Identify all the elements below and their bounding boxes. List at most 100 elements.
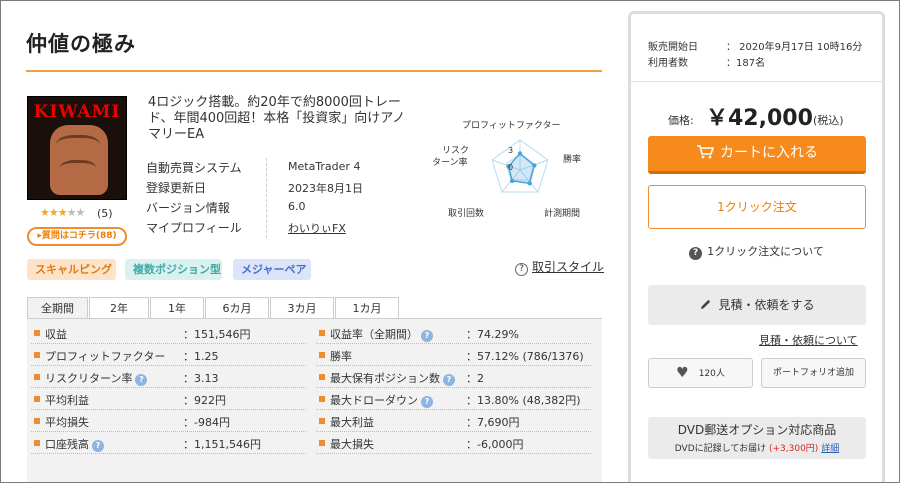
stat-value: ：57.12% (786/1376)	[466, 350, 584, 363]
stat-value: ：2	[466, 372, 484, 385]
bullet-icon	[34, 374, 40, 380]
help-icon[interactable]: ?	[421, 330, 433, 342]
radar-chart: プロフィットファクター リスク ターン率 勝率 取引回数 計測期間 3 0	[432, 120, 581, 219]
stat-max-drawdown: 最大ドローダウン? ：13.80% (48,382円)	[316, 389, 591, 410]
radar-scale-max: 3	[508, 146, 513, 155]
price-tax: (税込)	[813, 114, 844, 127]
spec-label: 登録更新日	[146, 181, 207, 195]
one-click-about-link[interactable]: ? 1クリック注文について	[631, 243, 882, 260]
radar-point	[509, 178, 515, 184]
bullet-icon	[319, 330, 325, 336]
stat-return-rate: 収益率（全期間）? ：74.29%	[316, 323, 591, 344]
stat-label: 平均損失	[45, 416, 89, 429]
help-icon[interactable]: ?	[421, 396, 433, 408]
cart-label: カートに入れる	[720, 145, 818, 161]
radar-scale-min: 0	[508, 163, 513, 172]
star-filled-icon: ★	[48, 206, 59, 219]
spec-value: 6.0	[288, 200, 306, 213]
tag-multi-position[interactable]: 複数ポジション型	[125, 259, 222, 280]
trade-style-link[interactable]: ? 取引スタイル	[515, 258, 604, 276]
product-thumbnail[interactable]: KIWAMI	[27, 96, 127, 200]
profile-link[interactable]: わいりぃFX	[288, 220, 346, 236]
purchase-sidebar: 販売開始日 ： 2020年9月17日 10時16分 利用者数 ：187名 価格:…	[628, 11, 885, 483]
stat-value: ：-984円	[183, 416, 230, 429]
bullet-icon	[319, 374, 325, 380]
stat-value: ：3.13	[183, 372, 219, 385]
estimate-about-link[interactable]: 見積・依頼について	[759, 332, 858, 348]
question-button[interactable]: ▸質問はコチラ(88)	[27, 227, 127, 246]
rating-stars: ★★★★★	[40, 206, 86, 219]
spec-label: 自動売買システム	[146, 161, 242, 175]
bullet-icon	[319, 418, 325, 424]
question-icon: ?	[689, 247, 703, 260]
tab-1-month[interactable]: 1カ月	[335, 297, 399, 319]
favorite-button[interactable]: ♥ 120人	[648, 358, 753, 388]
spec-value: 2023年8月1日	[288, 182, 363, 195]
release-date-label: 販売開始日	[648, 42, 698, 53]
add-to-cart-button[interactable]: カートに入れる	[648, 136, 866, 174]
dvd-detail-link[interactable]: 詳細	[821, 444, 839, 454]
tab-3-months[interactable]: 3カ月	[270, 297, 334, 319]
stat-max-positions: 最大保有ポジション数? ：2	[316, 367, 591, 388]
bullet-icon	[34, 396, 40, 402]
estimate-request-button[interactable]: 見積・依頼をする	[648, 285, 866, 325]
users-label: 利用者数	[648, 58, 688, 69]
spec-row-version: バージョン情報 6.0	[146, 198, 386, 218]
radar-label-profit-factor: プロフィットファクター	[462, 120, 560, 131]
tab-2-years[interactable]: 2年	[89, 297, 149, 319]
sidebar-divider	[631, 81, 882, 82]
dvd-price: (+3,300円)	[768, 444, 819, 454]
estimate-label: 見積・依頼をする	[718, 298, 815, 312]
heart-icon: ♥	[676, 365, 689, 381]
help-icon[interactable]: ?	[443, 374, 455, 386]
bullet-icon	[319, 396, 325, 402]
stat-avg-profit: 平均利益 ：922円	[31, 389, 306, 410]
tab-6-months[interactable]: 6カ月	[205, 297, 269, 319]
stat-risk-return: リスクリターン率? ：3.13	[31, 367, 306, 388]
spec-table: 自動売買システム MetaTrader 4 登録更新日 2023年8月1日 バー…	[146, 158, 386, 238]
tab-1-year[interactable]: 1年	[150, 297, 204, 319]
tag-scalping[interactable]: スキャルピング	[27, 259, 116, 280]
cart-icon	[697, 145, 714, 159]
radar-label-period: 計測期間	[544, 207, 580, 219]
spec-value: MetaTrader 4	[288, 160, 361, 173]
stats-panel: 収益 ：151,546円 プロフィットファクター ：1.25 リスクリターン率? ：3…	[27, 318, 602, 483]
radar-label-risk-1: リスク	[442, 145, 469, 156]
help-icon[interactable]: ?	[135, 374, 148, 386]
stat-label: 最大利益	[330, 416, 374, 429]
stat-label: 勝率	[330, 350, 352, 363]
trade-style-label: 取引スタイル	[532, 260, 605, 274]
tag-major-pair[interactable]: メジャーペア	[233, 259, 311, 280]
star-empty-icon: ★	[75, 206, 86, 219]
star-filled-icon: ★	[57, 206, 68, 219]
stat-value: ：1,151,546円	[183, 438, 261, 451]
stat-label: プロフィットファクター	[45, 350, 166, 363]
stat-value: ：74.29%	[466, 328, 519, 341]
release-date-value: ： 2020年9月17日 10時16分	[726, 42, 863, 53]
bullet-icon	[34, 418, 40, 424]
stat-avg-loss: 平均損失 ：-984円	[31, 411, 306, 432]
fist-image	[50, 125, 108, 195]
users-value: ：187名	[726, 58, 766, 69]
page-title: 仲値の極み	[26, 32, 136, 56]
one-click-order-button[interactable]: 1クリック注文	[648, 185, 866, 229]
product-logo-text: KIWAMI	[33, 102, 121, 122]
question-icon: ?	[515, 263, 528, 276]
product-description: 4ロジック搭載。約20年で約8000回トレード、年間400回超！本格「投資家」向…	[148, 95, 406, 142]
star-empty-icon: ★	[66, 206, 77, 219]
stat-label: 収益	[45, 328, 67, 341]
radar-label-trade-count: 取引回数	[448, 207, 484, 219]
stat-value: ：-6,000円	[466, 438, 524, 451]
stat-value: ：1.25	[183, 350, 219, 363]
tab-all-period[interactable]: 全期間	[27, 297, 88, 319]
radar-point	[532, 163, 537, 168]
stat-label: リスクリターン率?	[45, 370, 148, 386]
stat-max-profit: 最大利益 ：7,690円	[316, 411, 591, 432]
dvd-title: DVD郵送オプション対応商品	[677, 423, 837, 437]
radar-label-risk-2: ターン率	[432, 156, 468, 168]
spec-row-updated: 登録更新日 2023年8月1日	[146, 178, 386, 198]
stat-label: 口座残高?	[45, 436, 104, 452]
bullet-icon	[319, 440, 325, 446]
help-icon[interactable]: ?	[92, 440, 104, 452]
add-portfolio-button[interactable]: ポートフォリオ追加	[761, 358, 866, 388]
